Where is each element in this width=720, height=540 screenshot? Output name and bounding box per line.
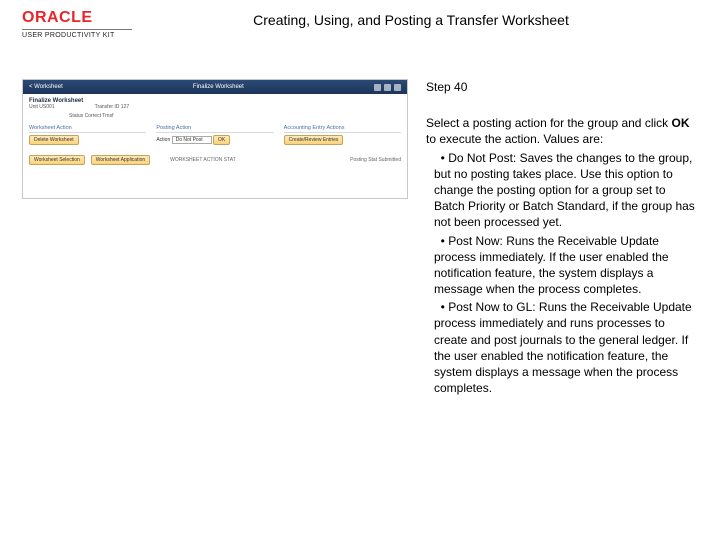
footer-id: WORKSHEET ACTION STAT [170, 157, 236, 163]
ok-button[interactable]: OK [213, 135, 230, 145]
intro-a: Select a posting action for the group an… [426, 116, 671, 130]
bullet-3-body: Runs the Receivable Update process immed… [434, 300, 692, 395]
back-link[interactable]: < Worksheet [29, 84, 63, 90]
titlebar-title: Finalize Worksheet [63, 84, 374, 90]
intro-b: to execute the action. Values are: [426, 132, 603, 146]
oracle-logo-block: ORACLE USER PRODUCTIVITY KIT [22, 10, 152, 39]
gear-icon[interactable] [394, 84, 401, 91]
oracle-logo-text: ORACLE [22, 10, 93, 26]
logo-divider [22, 29, 132, 30]
worksheet-application-button[interactable]: Worksheet Application [91, 155, 150, 165]
bullet-3: • Post Now to GL: Runs the Receivable Up… [426, 299, 696, 396]
bullet-1-head: Do Not Post: [448, 151, 516, 165]
page-header: ORACLE USER PRODUCTIVITY KIT Creating, U… [0, 0, 720, 45]
instruction-panel: Step 40 Select a posting action for the … [426, 79, 696, 398]
screenshot-panel: < Worksheet Finalize Worksheet Finalize … [22, 79, 408, 398]
content-row: < Worksheet Finalize Worksheet Finalize … [0, 45, 720, 398]
bullet-3-head: Post Now to GL: [448, 300, 535, 314]
app-body: Finalize Worksheet Unit US001 Transfer I… [23, 94, 407, 198]
worksheet-selection-button[interactable]: Worksheet Selection [29, 155, 85, 165]
footer-posting-stat: Posting Stat Submitted [350, 157, 401, 163]
action-dropdown[interactable]: Do Not Post [172, 136, 212, 144]
intro-ok: OK [671, 116, 689, 130]
menu-icon[interactable] [384, 84, 391, 91]
bullet-2-head: Post Now: [448, 234, 503, 248]
delete-worksheet-button[interactable]: Delete Worksheet [29, 135, 79, 145]
transfer-id-label: Transfer ID 127 [95, 104, 130, 110]
page-title: Creating, Using, and Posting a Transfer … [152, 10, 700, 28]
intro-line: Select a posting action for the group an… [426, 115, 696, 147]
app-titlebar: < Worksheet Finalize Worksheet [23, 80, 407, 94]
status-label: Status Correct Trnsf [69, 113, 113, 119]
action-field-label: Action [156, 137, 170, 143]
section-entry-actions: Accounting Entry Actions [284, 125, 401, 133]
bullet-2: • Post Now: Runs the Receivable Update p… [426, 233, 696, 298]
bullet-1: • Do Not Post: Saves the changes to the … [426, 150, 696, 231]
logo-subtitle: USER PRODUCTIVITY KIT [22, 32, 115, 39]
section-worksheet-action: Worksheet Action [29, 125, 146, 133]
create-review-entries-button[interactable]: Create/Review Entries [284, 135, 344, 145]
home-icon[interactable] [374, 84, 381, 91]
section-posting-action: Posting Action [156, 125, 273, 133]
step-number: Step 40 [426, 79, 696, 95]
app-window: < Worksheet Finalize Worksheet Finalize … [22, 79, 408, 199]
instruction-text: Select a posting action for the group an… [426, 115, 696, 396]
unit-label: Unit US001 [29, 104, 55, 110]
